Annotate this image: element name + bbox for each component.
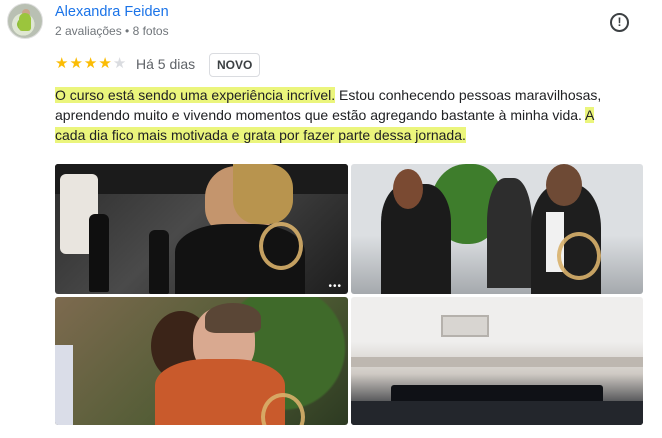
avatar-figure-shape: [19, 13, 31, 31]
bottle-shape: [149, 230, 169, 294]
review-photo-4[interactable]: [351, 297, 643, 425]
review-date: Há 5 dias: [136, 56, 196, 72]
reviewer-meta: 2 avaliações • 8 fotos: [55, 24, 169, 38]
star-icon: ★: [112, 55, 127, 72]
stage-shape: [351, 401, 643, 425]
ceiling-vent-shape: [441, 315, 489, 337]
hair-shape: [393, 169, 423, 209]
report-icon[interactable]: !: [610, 13, 629, 32]
star-icon: ★: [55, 55, 69, 72]
logo-mark: [259, 222, 303, 270]
star-icon: ★: [83, 55, 98, 72]
review-text: O curso está sendo uma experiência incrí…: [55, 85, 625, 145]
review-photo-2[interactable]: [351, 164, 643, 294]
review-segment-highlight: O curso está sendo uma experiência incrí…: [55, 87, 336, 103]
star-icon: ★: [69, 55, 83, 72]
person-shape: [55, 345, 73, 425]
reviewer-name[interactable]: Alexandra Feiden: [55, 4, 169, 20]
review-photo-3[interactable]: [55, 297, 348, 425]
logo-mark: [557, 232, 601, 280]
bottle-shape: [89, 214, 109, 292]
face-shape: [546, 164, 582, 206]
avatar[interactable]: [7, 3, 43, 39]
hair-shape: [205, 303, 261, 333]
star-icon: ★: [98, 55, 112, 72]
ceiling-beam-shape: [351, 357, 643, 367]
person-shape: [487, 178, 532, 288]
new-badge: NOVO: [209, 53, 261, 77]
more-indicator: •••: [328, 281, 342, 292]
hair-shape: [233, 164, 293, 224]
star-rating: ★ ★ ★ ★ ★: [55, 56, 126, 71]
photo-shadow: [55, 164, 348, 194]
review-photo-1[interactable]: •••: [55, 164, 348, 294]
